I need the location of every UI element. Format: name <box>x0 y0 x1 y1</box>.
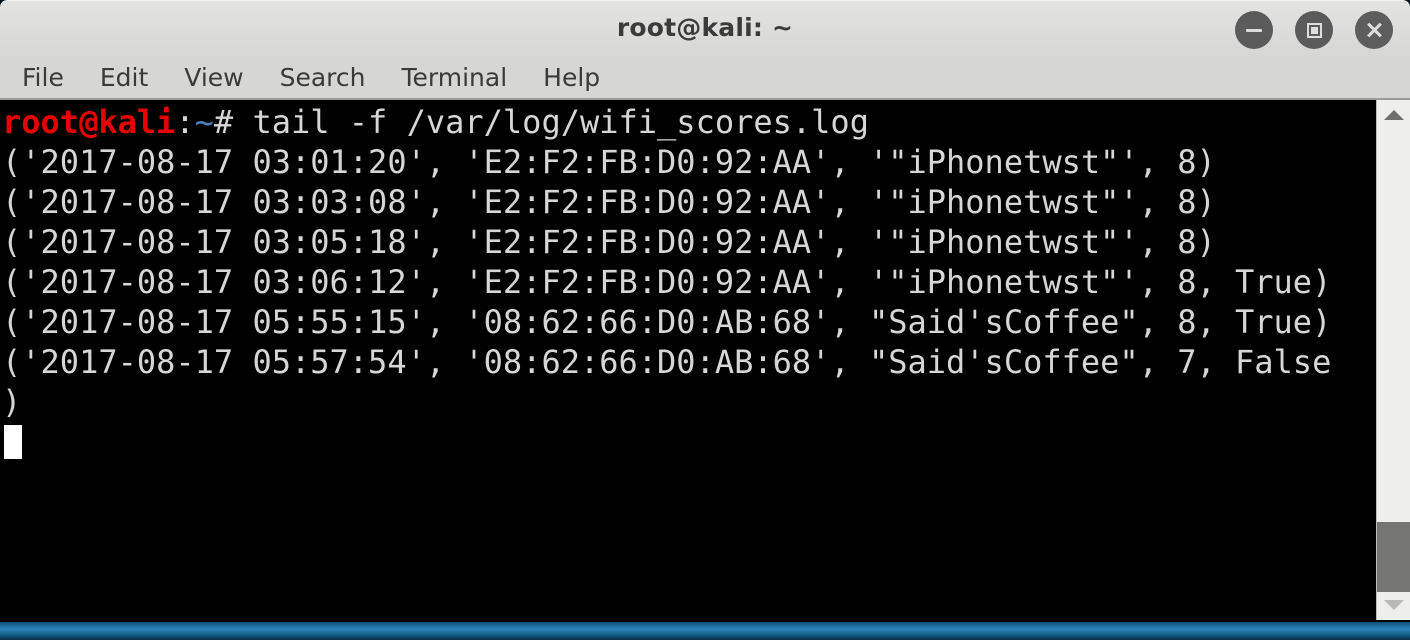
close-icon <box>1355 11 1393 49</box>
prompt-user-host: root@kali <box>2 103 176 141</box>
prompt-colon: : <box>175 103 195 141</box>
text-cursor <box>4 425 22 459</box>
terminal-output-line-wrapped: ) <box>2 383 22 421</box>
minimize-icon <box>1235 11 1273 49</box>
window-title: root@kali: ~ <box>616 13 794 42</box>
prompt-path: ~ <box>194 103 214 141</box>
window-bottom-edge <box>0 620 1410 622</box>
prompt-sigil: # <box>213 103 253 141</box>
terminal-cursor-line <box>2 422 1376 462</box>
terminal-output-line: ('2017-08-17 03:03:08', 'E2:F2:FB:D0:92:… <box>2 183 1216 221</box>
menu-bar: File Edit View Search Terminal Help <box>0 57 1410 100</box>
chevron-up-icon <box>1383 110 1404 120</box>
maximize-icon <box>1295 11 1333 49</box>
scrollbar-thumb[interactable] <box>1377 522 1410 592</box>
terminal-output-line: ('2017-08-17 03:06:12', 'E2:F2:FB:D0:92:… <box>2 263 1332 301</box>
close-button[interactable] <box>1355 11 1393 49</box>
menu-item-edit[interactable]: Edit <box>82 65 166 90</box>
menu-item-file[interactable]: File <box>16 65 82 90</box>
terminal-output-line: ('2017-08-17 03:05:18', 'E2:F2:FB:D0:92:… <box>2 223 1216 261</box>
menu-item-terminal[interactable]: Terminal <box>383 65 525 90</box>
window-controls <box>1235 11 1393 49</box>
minimize-button[interactable] <box>1235 11 1273 49</box>
terminal-window: root@kali: ~ File Edit View Search Termi… <box>0 0 1410 622</box>
terminal-output-line: ('2017-08-17 03:01:20', 'E2:F2:FB:D0:92:… <box>2 143 1216 181</box>
menu-item-search[interactable]: Search <box>262 65 384 90</box>
terminal-screen[interactable]: root@kali:~# tail -f /var/log/wifi_score… <box>0 100 1376 620</box>
prompt-command: tail -f /var/log/wifi_scores.log <box>252 103 869 141</box>
terminal-area: root@kali:~# tail -f /var/log/wifi_score… <box>0 100 1410 620</box>
terminal-prompt-line: root@kali:~# tail -f /var/log/wifi_score… <box>2 102 1376 142</box>
menu-item-view[interactable]: View <box>166 65 261 90</box>
scroll-up-button[interactable] <box>1377 102 1410 128</box>
maximize-button[interactable] <box>1295 11 1333 49</box>
terminal-output-line: ('2017-08-17 05:57:54', '08:62:66:D0:AB:… <box>2 343 1332 381</box>
chevron-down-icon <box>1383 600 1404 610</box>
menu-item-help[interactable]: Help <box>525 65 618 90</box>
terminal-scrollbar[interactable] <box>1376 100 1410 620</box>
title-bar[interactable]: root@kali: ~ <box>0 0 1410 57</box>
terminal-output-line: ('2017-08-17 05:55:15', '08:62:66:D0:AB:… <box>2 303 1332 341</box>
scroll-down-button[interactable] <box>1377 592 1410 618</box>
